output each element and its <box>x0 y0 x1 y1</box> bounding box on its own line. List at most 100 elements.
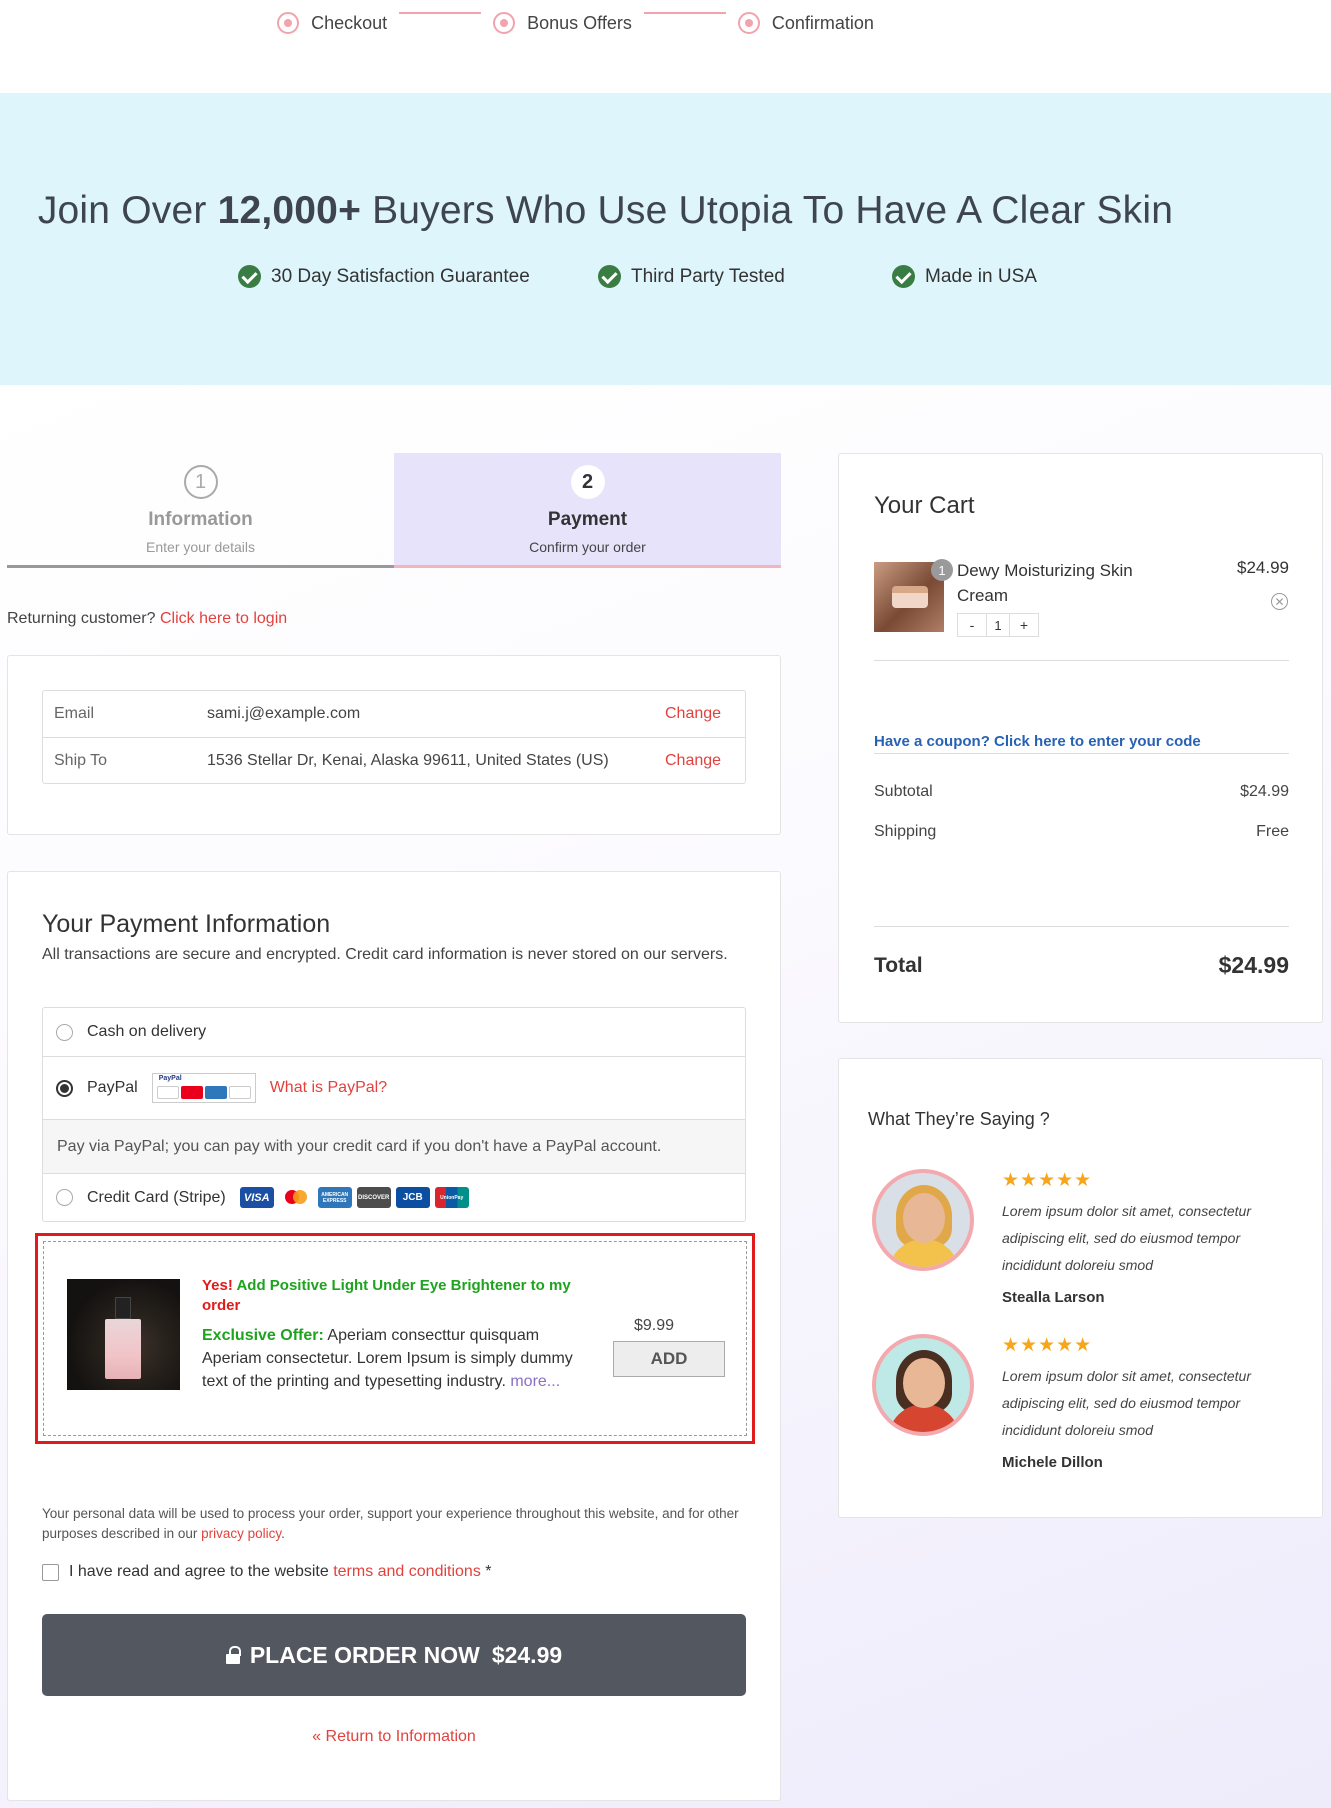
testimonials-title: What They’re Saying ? <box>868 1109 1050 1129</box>
badge-usa: Made in USA <box>892 265 1037 288</box>
method-label: Cash on delivery <box>87 1023 207 1040</box>
testimonials-card: What They’re Saying ? ★★★★★ Lorem ipsum … <box>838 1058 1323 1518</box>
step-confirmation: Confirmation <box>737 12 874 34</box>
check-circle-icon <box>598 265 621 288</box>
step-dot-icon <box>737 12 760 34</box>
amex-icon: AMERICAN EXPRESS <box>317 1187 352 1208</box>
total-row: Total $24.99 <box>874 952 1289 979</box>
change-email-link[interactable]: Change <box>665 705 745 723</box>
ship-to-label: Ship To <box>54 751 108 769</box>
tab-subtitle: Confirm your order <box>529 539 646 555</box>
email-row: Email sami.j@example.com Change <box>43 691 745 737</box>
trust-badges: 30 Day Satisfaction Guarantee Third Part… <box>238 265 1037 288</box>
testimonial-text: Lorem ipsum dolor sit amet, consectetur … <box>1002 1368 1251 1438</box>
privacy-policy-link[interactable]: privacy policy <box>201 1526 281 1541</box>
check-circle-icon <box>892 265 915 288</box>
visa-icon <box>156 1086 179 1099</box>
terms-checkbox[interactable] <box>42 1563 59 1581</box>
discover-icon: DISCOVER <box>356 1187 391 1208</box>
radio-paypal[interactable] <box>56 1079 73 1097</box>
mastercard-icon <box>180 1086 203 1099</box>
payment-title: Your Payment Information <box>42 910 331 938</box>
step-label: Bonus Offers <box>527 12 632 33</box>
tab-subtitle: Enter your details <box>146 539 255 555</box>
return-to-information-link[interactable]: « Return to Information <box>0 1728 788 1746</box>
radio-cod[interactable] <box>56 1023 73 1041</box>
star-rating-icon: ★★★★★ <box>1002 1170 1093 1191</box>
paypal-description: Pay via PayPal; you can pay with your cr… <box>43 1119 745 1173</box>
method-cash-on-delivery[interactable]: Cash on delivery <box>43 1008 745 1056</box>
quantity-stepper: - 1 + <box>957 613 1039 637</box>
shipping-value: Free <box>1256 823 1289 840</box>
ship-to-value: 1536 Stellar Dr, Kenai, Alaska 99611, Un… <box>207 751 609 769</box>
paypal-logo-text: PayPal <box>158 1075 182 1082</box>
step-dot-icon <box>277 12 300 34</box>
visa-icon: VISA <box>239 1187 274 1208</box>
total-label: Total <box>874 953 923 977</box>
mastercard-icon <box>278 1187 313 1208</box>
step-connector <box>399 12 482 14</box>
terms-link[interactable]: terms and conditions <box>333 1563 481 1580</box>
login-link[interactable]: Click here to login <box>160 610 287 627</box>
lock-icon <box>225 1646 241 1664</box>
add-offer-button[interactable]: ADD <box>613 1341 725 1377</box>
returning-customer: Returning customer? Click here to login <box>7 610 287 628</box>
divider <box>874 926 1289 927</box>
decrease-quantity-button[interactable]: - <box>958 614 986 636</box>
terms-checkbox-row[interactable]: I have read and agree to the website ter… <box>42 1563 492 1581</box>
method-label: PayPal <box>87 1079 138 1096</box>
privacy-notice: Your personal data will be used to proce… <box>42 1506 739 1541</box>
payment-methods: Cash on delivery PayPal PayPal What is P… <box>42 1007 746 1222</box>
divider <box>874 660 1289 661</box>
bottle-illustration <box>105 1297 141 1379</box>
tab-information[interactable]: 1 Information Enter your details <box>7 453 394 568</box>
coupon-link[interactable]: Have a coupon? Click here to enter your … <box>874 733 1201 750</box>
shipping-label: Shipping <box>874 823 937 840</box>
testimonial: ★★★★★ Lorem ipsum dolor sit amet, consec… <box>872 1334 1302 1484</box>
cart-item-name: Dewy Moisturizing Skin Cream <box>957 561 1133 605</box>
order-bump-price: $9.99 <box>634 1317 675 1334</box>
increase-quantity-button[interactable]: + <box>1010 614 1038 636</box>
email-label: Email <box>54 705 95 722</box>
avatar <box>872 1169 974 1271</box>
checkout-tabs: 1 Information Enter your details 2 Payme… <box>7 453 781 568</box>
remove-item-icon[interactable]: ✕ <box>1271 593 1288 610</box>
order-bump-inner: Yes! Add Positive Light Under Eye Bright… <box>43 1241 747 1436</box>
terms-text: I have read and agree to the website ter… <box>69 1563 492 1580</box>
paypal-acceptance-mark: PayPal <box>151 1073 256 1103</box>
divider <box>874 753 1289 754</box>
method-paypal[interactable]: PayPal PayPal What is PayPal? <box>43 1056 745 1119</box>
method-credit-card-stripe[interactable]: Credit Card (Stripe) VISA AMERICAN EXPRE… <box>43 1173 745 1221</box>
star-rating-icon: ★★★★★ <box>1002 1335 1093 1356</box>
avatar <box>872 1334 974 1436</box>
cart-title: Your Cart <box>874 492 975 519</box>
quantity-badge: 1 <box>931 559 953 581</box>
discover-icon <box>228 1086 251 1099</box>
more-link[interactable]: more... <box>510 1373 560 1390</box>
unionpay-icon: UnionPay <box>434 1187 469 1208</box>
quantity-value[interactable]: 1 <box>986 614 1010 636</box>
hero-banner: Join Over 12,000+ Buyers Who Use Utopia … <box>0 93 1331 385</box>
what-is-paypal-link[interactable]: What is PayPal? <box>270 1079 387 1097</box>
payment-description: All transactions are secure and encrypte… <box>42 946 728 963</box>
checkout-progress-steps: Checkout Bonus Offers Confirmation <box>0 0 1331 93</box>
jcb-icon: JCB <box>395 1187 430 1208</box>
testimonial: ★★★★★ Lorem ipsum dolor sit amet, consec… <box>872 1169 1302 1319</box>
testimonial-author: Michele Dillon <box>1002 1454 1103 1471</box>
subtotal-value: $24.99 <box>1240 783 1289 800</box>
testimonial-text: Lorem ipsum dolor sit amet, consectetur … <box>1002 1203 1251 1273</box>
card-logos: VISA AMERICAN EXPRESS DISCOVER JCB Union… <box>239 1187 469 1208</box>
badge-label: Made in USA <box>925 265 1037 287</box>
order-bump-headline: Yes! Add Positive Light Under Eye Bright… <box>202 1277 571 1314</box>
place-order-label: PLACE ORDER NOW <box>249 1641 480 1668</box>
step-connector <box>643 12 726 14</box>
hero-title: Join Over 12,000+ Buyers Who Use Utopia … <box>37 189 1174 232</box>
place-order-button[interactable]: PLACE ORDER NOW $24.99 <box>42 1614 746 1696</box>
amex-icon <box>204 1086 227 1099</box>
radio-stripe[interactable] <box>56 1189 73 1206</box>
change-address-link[interactable]: Change <box>665 752 745 770</box>
subtotal-label: Subtotal <box>874 783 933 800</box>
tab-title: Information <box>148 509 253 530</box>
shipping-row: Shipping Free <box>874 823 1289 841</box>
tab-payment[interactable]: 2 Payment Confirm your order <box>394 453 781 568</box>
